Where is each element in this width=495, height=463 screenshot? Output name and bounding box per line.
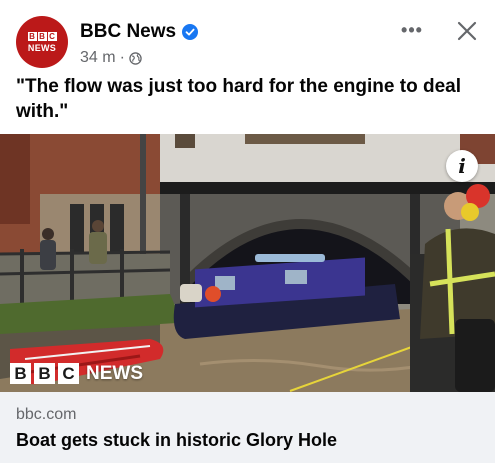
watermark-block-c: C xyxy=(58,363,79,384)
avatar-bbc-blocks: B B C xyxy=(27,31,57,41)
post-meta: 34 m · xyxy=(80,49,142,67)
post-caption: "The flow was just too hard for the engi… xyxy=(16,76,461,122)
link-domain: bbc.com xyxy=(16,406,77,423)
image-info-button[interactable]: i xyxy=(446,150,478,182)
avatar-block-c: C xyxy=(47,31,57,41)
bbc-news-watermark: B B C NEWS xyxy=(10,363,143,384)
avatar-block-b2: B xyxy=(37,31,47,41)
globe-icon xyxy=(129,51,142,65)
page-name-link[interactable]: BBC News xyxy=(80,21,176,43)
watermark-news-word: NEWS xyxy=(86,363,143,384)
meta-separator: · xyxy=(119,49,125,66)
watermark-block-b2: B xyxy=(34,363,55,384)
post-timestamp[interactable]: 34 m xyxy=(80,49,116,67)
facebook-post: B B C NEWS BBC News 34 m · ••• "The flow… xyxy=(0,0,495,463)
verified-badge-icon xyxy=(182,24,198,40)
post-photo[interactable]: i xyxy=(0,134,495,392)
link-headline[interactable]: Boat gets stuck in historic Glory Hole xyxy=(16,429,337,451)
link-preview-card[interactable]: bbc.com Boat gets stuck in historic Glor… xyxy=(0,392,495,463)
avatar-news-word: NEWS xyxy=(27,42,57,53)
avatar-block-b1: B xyxy=(27,31,37,41)
photo-scene xyxy=(0,134,495,392)
more-options-icon[interactable]: ••• xyxy=(398,21,426,39)
close-icon[interactable] xyxy=(455,19,479,43)
watermark-block-b1: B xyxy=(10,363,31,384)
page-avatar[interactable]: B B C NEWS xyxy=(16,16,68,68)
